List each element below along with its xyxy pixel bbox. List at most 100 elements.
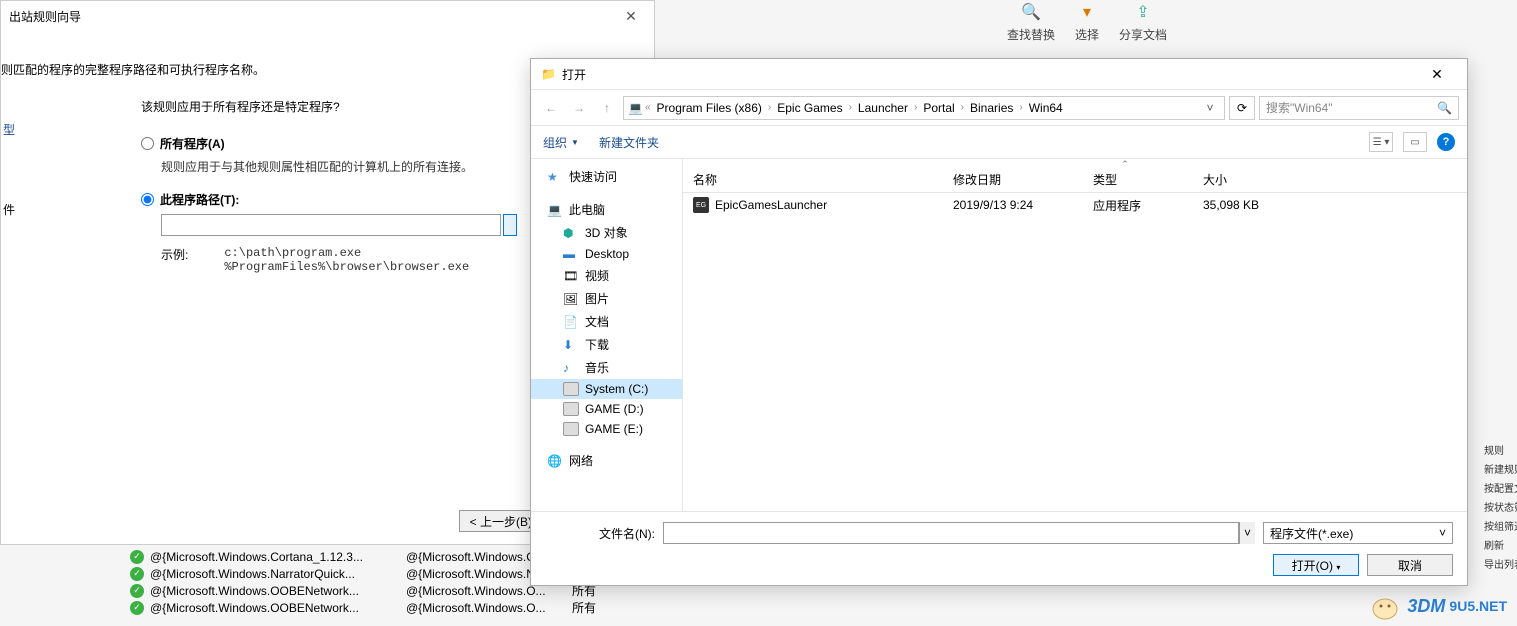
dialog-icon: 📁 — [541, 67, 556, 81]
cancel-button[interactable]: 取消 — [1367, 554, 1453, 576]
actions-panel: 规则 新建规则 按配置文 按状态筛 按组筛选 刷新 导出列表 — [1484, 440, 1514, 573]
file-size: 35,098 KB — [1193, 198, 1293, 212]
tree-music[interactable]: ♪音乐 — [531, 356, 682, 379]
breadcrumb-item[interactable]: Program Files (x86) — [653, 101, 766, 115]
all-programs-label: 所有程序(A) — [160, 135, 225, 152]
breadcrumb-item[interactable]: Win64 — [1025, 101, 1067, 115]
search-input[interactable]: 搜索"Win64" 🔍 — [1259, 96, 1459, 120]
desktop-icon: ▬ — [563, 247, 579, 261]
share-button[interactable]: ⇪ 分享文档 — [1119, 0, 1167, 43]
example-text: c:\path\program.exe %ProgramFiles%\brows… — [224, 246, 469, 274]
tree-3d-objects[interactable]: ⬢3D 对象 — [531, 221, 682, 244]
search-placeholder: 搜索"Win64" — [1266, 99, 1333, 116]
filetype-select[interactable]: 程序文件(*.exe) ˅ — [1263, 522, 1453, 544]
disk-icon — [563, 382, 579, 396]
action-item[interactable]: 按状态筛 — [1484, 497, 1514, 516]
filename-dropdown[interactable]: ˅ — [1239, 522, 1255, 544]
firewall-rule-row[interactable]: ✓@{Microsoft.Windows.NarratorQuick...@{M… — [130, 565, 596, 582]
tree-downloads[interactable]: ⬇下载 — [531, 333, 682, 356]
preview-pane-button[interactable]: ▭ — [1403, 132, 1427, 152]
file-date: 2019/9/13 9:24 — [943, 198, 1083, 212]
tree-game-d[interactable]: GAME (D:) — [531, 399, 682, 419]
nav-back-icon[interactable]: ← — [539, 96, 563, 120]
action-item[interactable]: 规则 — [1484, 440, 1514, 459]
breadcrumb-item[interactable]: Portal — [919, 101, 958, 115]
file-type: 应用程序 — [1083, 197, 1193, 214]
nav-up-icon[interactable]: ↑ — [595, 96, 619, 120]
view-mode-button[interactable]: ☰ ▾ — [1369, 132, 1393, 152]
breadcrumb-item[interactable]: Binaries — [966, 101, 1017, 115]
select-label: 选择 — [1075, 26, 1099, 43]
cube-icon: ⬢ — [563, 226, 579, 240]
example-label: 示例: — [161, 246, 221, 263]
tree-this-pc[interactable]: 💻此电脑 — [531, 198, 682, 221]
editor-toolbar: 🔍 查找替换 ▾ 选择 ⇪ 分享文档 — [1007, 0, 1167, 43]
select-button[interactable]: ▾ 选择 — [1075, 0, 1099, 43]
firewall-rule-row[interactable]: ✓@{Microsoft.Windows.OOBENetwork...@{Mic… — [130, 599, 596, 616]
action-item[interactable]: 导出列表 — [1484, 554, 1514, 573]
star-icon: ★ — [547, 170, 563, 184]
action-item[interactable]: 新建规则 — [1484, 459, 1514, 478]
tree-pictures[interactable]: 🖼图片 — [531, 287, 682, 310]
browse-button[interactable] — [503, 214, 517, 236]
close-icon[interactable]: ✕ — [616, 8, 646, 25]
download-icon: ⬇ — [563, 338, 579, 352]
new-folder-button[interactable]: 新建文件夹 — [599, 134, 659, 151]
nav-forward-icon[interactable]: → — [567, 96, 591, 120]
tree-videos[interactable]: 🎞视频 — [531, 264, 682, 287]
firewall-rule-row[interactable]: ✓@{Microsoft.Windows.OOBENetwork...@{Mic… — [130, 582, 596, 599]
refresh-icon: ⟳ — [1237, 101, 1247, 115]
col-date[interactable]: 修改日期 — [943, 171, 1083, 188]
wizard-title: 出站规则向导 — [9, 8, 81, 25]
filename-input[interactable] — [663, 522, 1239, 544]
watermark-3dm: 3DM — [1407, 596, 1445, 617]
tree-desktop[interactable]: ▬Desktop — [531, 244, 682, 264]
dialog-title: 打开 — [562, 66, 586, 83]
breadcrumb[interactable]: 💻 « Program Files (x86)› Epic Games› Lau… — [623, 96, 1225, 120]
allow-icon: ✓ — [130, 601, 144, 615]
chevron-down-icon[interactable]: ˅ — [1200, 101, 1220, 115]
filetype-value: 程序文件(*.exe) — [1270, 525, 1353, 542]
action-item[interactable]: 按配置文 — [1484, 478, 1514, 497]
col-name[interactable]: 名称 — [683, 171, 943, 188]
tree-documents[interactable]: 📄文档 — [531, 310, 682, 333]
open-button[interactable]: 打开(O) ▾ — [1273, 554, 1359, 576]
video-icon: 🎞 — [563, 269, 579, 283]
program-path-input[interactable] — [161, 214, 501, 236]
search-icon: 🔍 — [1437, 101, 1452, 115]
network-icon: 🌐 — [547, 454, 563, 468]
allow-icon: ✓ — [130, 584, 144, 598]
exe-icon: EG — [693, 197, 709, 213]
tree-game-e[interactable]: GAME (E:) — [531, 419, 682, 439]
wizard-step-type[interactable]: 型 — [3, 121, 15, 138]
tree-quick-access[interactable]: ★快速访问 — [531, 165, 682, 188]
sort-indicator: ⌃ — [683, 159, 1467, 167]
col-size[interactable]: 大小 — [1193, 171, 1293, 188]
file-row[interactable]: EGEpicGamesLauncher 2019/9/13 9:24 应用程序 … — [683, 193, 1467, 217]
program-path-label: 此程序路径(T): — [160, 191, 239, 208]
tree-network[interactable]: 🌐网络 — [531, 449, 682, 472]
share-label: 分享文档 — [1119, 26, 1167, 43]
all-programs-radio[interactable] — [141, 137, 154, 150]
disk-icon — [563, 402, 579, 416]
allow-icon: ✓ — [130, 550, 144, 564]
tree-system-c[interactable]: System (C:) — [531, 379, 682, 399]
docs-icon: 📄 — [563, 315, 579, 329]
refresh-button[interactable]: ⟳ — [1229, 96, 1255, 120]
help-icon[interactable]: ? — [1437, 133, 1455, 151]
firewall-rule-row[interactable]: ✓@{Microsoft.Windows.Cortana_1.12.3...@{… — [130, 548, 596, 565]
pc-icon: 💻 — [628, 101, 643, 115]
col-type[interactable]: 类型 — [1083, 171, 1193, 188]
action-item[interactable]: 按组筛选 — [1484, 516, 1514, 535]
pictures-icon: 🖼 — [563, 292, 579, 306]
program-path-radio[interactable] — [141, 193, 154, 206]
organize-menu[interactable]: 组织▼ — [543, 134, 579, 151]
action-item[interactable]: 刷新 — [1484, 535, 1514, 554]
list-header: 名称 修改日期 类型 大小 — [683, 167, 1467, 193]
close-icon[interactable]: ✕ — [1417, 66, 1457, 83]
find-replace-button[interactable]: 🔍 查找替换 — [1007, 0, 1055, 43]
music-icon: ♪ — [563, 361, 579, 375]
breadcrumb-item[interactable]: Launcher — [854, 101, 912, 115]
wizard-step-file[interactable]: 件 — [3, 201, 15, 218]
breadcrumb-item[interactable]: Epic Games — [773, 101, 846, 115]
